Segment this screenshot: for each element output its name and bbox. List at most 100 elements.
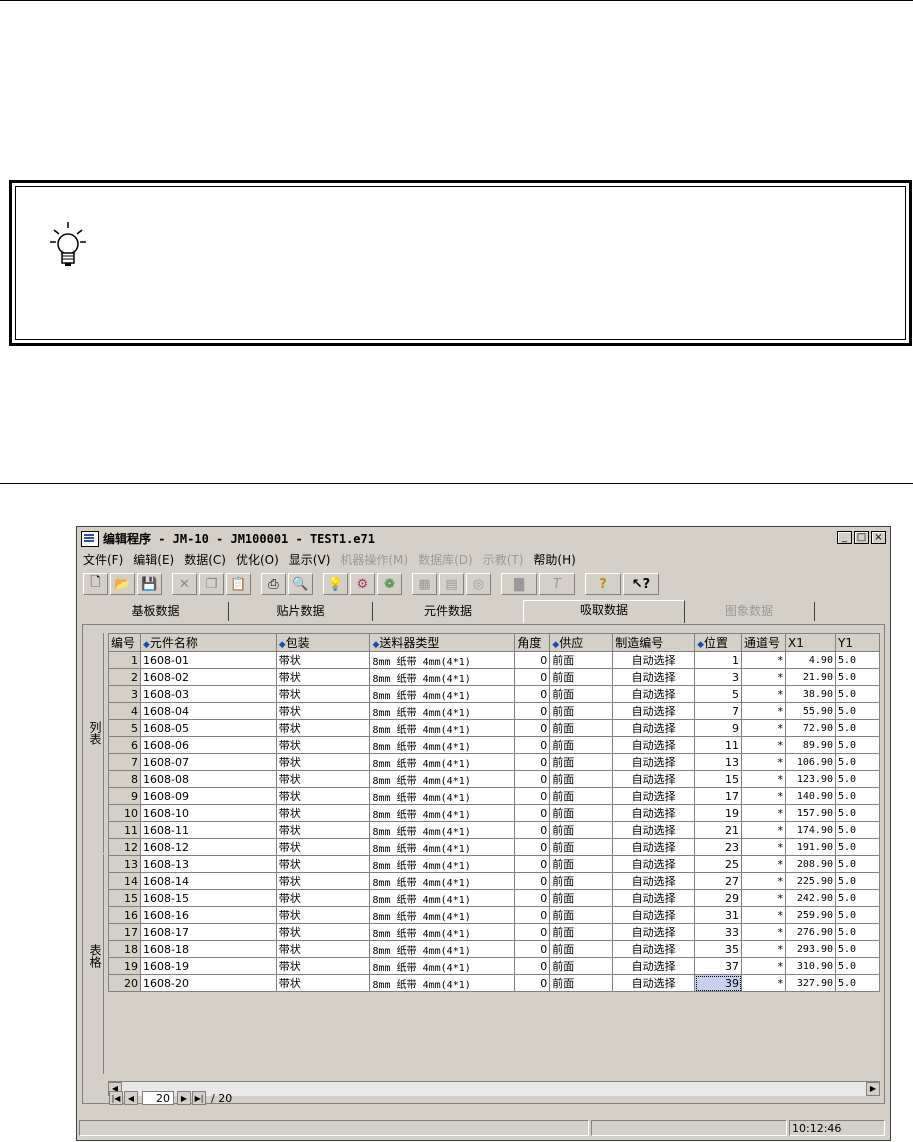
next-record-icon[interactable]: ▶ (177, 1091, 191, 1105)
machine-icon[interactable]: ▦ (412, 573, 437, 595)
menu-item-0[interactable]: 文件(F) (79, 551, 129, 568)
cell-name[interactable]: 1608-04 (139, 702, 277, 720)
open-icon[interactable]: 📂 (110, 573, 135, 595)
cell-mfg[interactable]: 自动选择 (612, 889, 696, 907)
new-icon[interactable]: 🗋 (83, 573, 108, 595)
column-header-1[interactable]: ◆元件名称 (139, 633, 277, 652)
cell-feeder[interactable]: 8mm 纸带 4mm(4*1) (369, 838, 516, 856)
cell-mfg[interactable]: 自动选择 (612, 787, 696, 805)
minimize-button[interactable]: _ (837, 531, 852, 544)
sort-icon[interactable]: ◆ (279, 640, 286, 650)
database-icon[interactable]: ▤ (439, 573, 464, 595)
cell-ch[interactable]: * (741, 974, 787, 992)
side-tab-list[interactable]: 列表 (85, 633, 104, 853)
table-row[interactable]: 7 1608-07 带状 8mm 纸带 4mm(4*1) 0 前面 自动选择 13 * 106.9… (108, 753, 880, 771)
cell-angle[interactable]: 0 (514, 651, 551, 669)
table-row[interactable]: 16 1608-16 带状 8mm 纸带 4mm(4*1) 0 前面 自动选择 31 * 259.… (108, 906, 880, 924)
cell-mfg[interactable]: 自动选择 (612, 940, 696, 958)
cell-y1[interactable]: 5.0 (834, 957, 880, 975)
maximize-button[interactable]: □ (854, 531, 869, 544)
column-header-6[interactable]: 制造编号 (612, 633, 696, 652)
cell-angle[interactable]: 0 (514, 668, 551, 686)
cell-pkg[interactable]: 带状 (275, 668, 371, 686)
table-row[interactable]: 17 1608-17 带状 8mm 纸带 4mm(4*1) 0 前面 自动选择 33 * 276.… (108, 923, 880, 941)
cell-y1[interactable]: 5.0 (834, 804, 880, 822)
cell-pos[interactable]: 9 (694, 719, 743, 737)
cell-feeder[interactable]: 8mm 纸带 4mm(4*1) (369, 702, 516, 720)
table-row[interactable]: 8 1608-08 带状 8mm 纸带 4mm(4*1) 0 前面 自动选择 15 * 123.9… (108, 770, 880, 788)
last-record-icon[interactable]: ▶| (192, 1091, 206, 1105)
cell-mfg[interactable]: 自动选择 (612, 651, 696, 669)
cell-angle[interactable]: 0 (514, 957, 551, 975)
table-row[interactable]: 1 1608-01 带状 8mm 纸带 4mm(4*1) 0 前面 自动选择 1 * 4.90 5.… (108, 651, 880, 669)
tab-pickup-data[interactable]: 吸取数据 (523, 600, 685, 623)
cell-y1[interactable]: 5.0 (834, 889, 880, 907)
table-row[interactable]: 3 1608-03 带状 8mm 纸带 4mm(4*1) 0 前面 自动选择 5 * 38.90 5… (108, 685, 880, 703)
cell-name[interactable]: 1608-07 (139, 753, 277, 771)
cell-pos[interactable]: 31 (694, 906, 743, 924)
cell-x1[interactable]: 293.90 (785, 940, 836, 958)
cell-pkg[interactable]: 带状 (275, 889, 371, 907)
cell-pkg[interactable]: 带状 (275, 685, 371, 703)
cell-x1[interactable]: 191.90 (785, 838, 836, 856)
column-header-0[interactable]: 编号 (108, 633, 141, 652)
cell-feeder[interactable]: 8mm 纸带 4mm(4*1) (369, 804, 516, 822)
cell-pkg[interactable]: 带状 (275, 838, 371, 856)
cell-ch[interactable]: * (741, 957, 787, 975)
title-bar[interactable]: 编辑程序 - JM-10 - JM100001 - TEST1.e71 _ □ … (79, 529, 888, 548)
cell-y1[interactable]: 5.0 (834, 855, 880, 873)
cell-angle[interactable]: 0 (514, 940, 551, 958)
cell-feeder[interactable]: 8mm 纸带 4mm(4*1) (369, 872, 516, 890)
cell-x1[interactable]: 259.90 (785, 906, 836, 924)
cell-mfg[interactable]: 自动选择 (612, 770, 696, 788)
cell-pkg[interactable]: 带状 (275, 804, 371, 822)
cell-pkg[interactable]: 带状 (275, 719, 371, 737)
cell-pos[interactable]: 7 (694, 702, 743, 720)
cell-x1[interactable]: 55.90 (785, 702, 836, 720)
cell-ch[interactable]: * (741, 685, 787, 703)
menu-item-1[interactable]: 编辑(E) (129, 551, 180, 568)
cell-x1[interactable]: 157.90 (785, 804, 836, 822)
cell-pos[interactable]: 27 (694, 872, 743, 890)
table-row[interactable]: 6 1608-06 带状 8mm 纸带 4mm(4*1) 0 前面 自动选择 11 * 89.90… (108, 736, 880, 754)
cell-pkg[interactable]: 带状 (275, 736, 371, 754)
cell-angle[interactable]: 0 (514, 923, 551, 941)
cell-mfg[interactable]: 自动选择 (612, 923, 696, 941)
cell-name[interactable]: 1608-03 (139, 685, 277, 703)
cell-pkg[interactable]: 带状 (275, 923, 371, 941)
tab-component-data[interactable]: 元件数据 (373, 602, 524, 621)
cell-name[interactable]: 1608-05 (139, 719, 277, 737)
cell-pos[interactable]: 21 (694, 821, 743, 839)
cell-name[interactable]: 1608-16 (139, 906, 277, 924)
cell-y1[interactable]: 5.0 (834, 685, 880, 703)
cell-angle[interactable]: 0 (514, 821, 551, 839)
cell-mfg[interactable]: 自动选择 (612, 855, 696, 873)
cell-supply[interactable]: 前面 (549, 838, 614, 856)
table-row[interactable]: 19 1608-19 带状 8mm 纸带 4mm(4*1) 0 前面 自动选择 37 * 310.… (108, 957, 880, 975)
cell-pkg[interactable]: 带状 (275, 787, 371, 805)
cell-ch[interactable]: * (741, 719, 787, 737)
cell-pos[interactable]: 15 (694, 770, 743, 788)
cell-supply[interactable]: 前面 (549, 651, 614, 669)
cell-name[interactable]: 1608-17 (139, 923, 277, 941)
cell-y1[interactable]: 5.0 (834, 872, 880, 890)
cell-pos[interactable]: 33 (694, 923, 743, 941)
cell-mfg[interactable]: 自动选择 (612, 753, 696, 771)
cell-name[interactable]: 1608-13 (139, 855, 277, 873)
cell-pos[interactable]: 35 (694, 940, 743, 958)
cell-pos[interactable]: 25 (694, 855, 743, 873)
save-icon[interactable]: 💾 (137, 573, 162, 595)
cell-pos[interactable]: 37 (694, 957, 743, 975)
cell-mfg[interactable]: 自动选择 (612, 668, 696, 686)
table-row[interactable]: 11 1608-11 带状 8mm 纸带 4mm(4*1) 0 前面 自动选择 21 * 174.… (108, 821, 880, 839)
cell-supply[interactable]: 前面 (549, 753, 614, 771)
tab-placement-data[interactable]: 贴片数据 (229, 602, 373, 621)
cell-angle[interactable]: 0 (514, 770, 551, 788)
cell-y1[interactable]: 5.0 (834, 940, 880, 958)
cell-ch[interactable]: * (741, 940, 787, 958)
cell-name[interactable]: 1608-02 (139, 668, 277, 686)
cell-x1[interactable]: 89.90 (785, 736, 836, 754)
cell-feeder[interactable]: 8mm 纸带 4mm(4*1) (369, 668, 516, 686)
cell-y1[interactable]: 5.0 (834, 923, 880, 941)
side-tab-table[interactable]: 表格 (85, 854, 104, 1074)
